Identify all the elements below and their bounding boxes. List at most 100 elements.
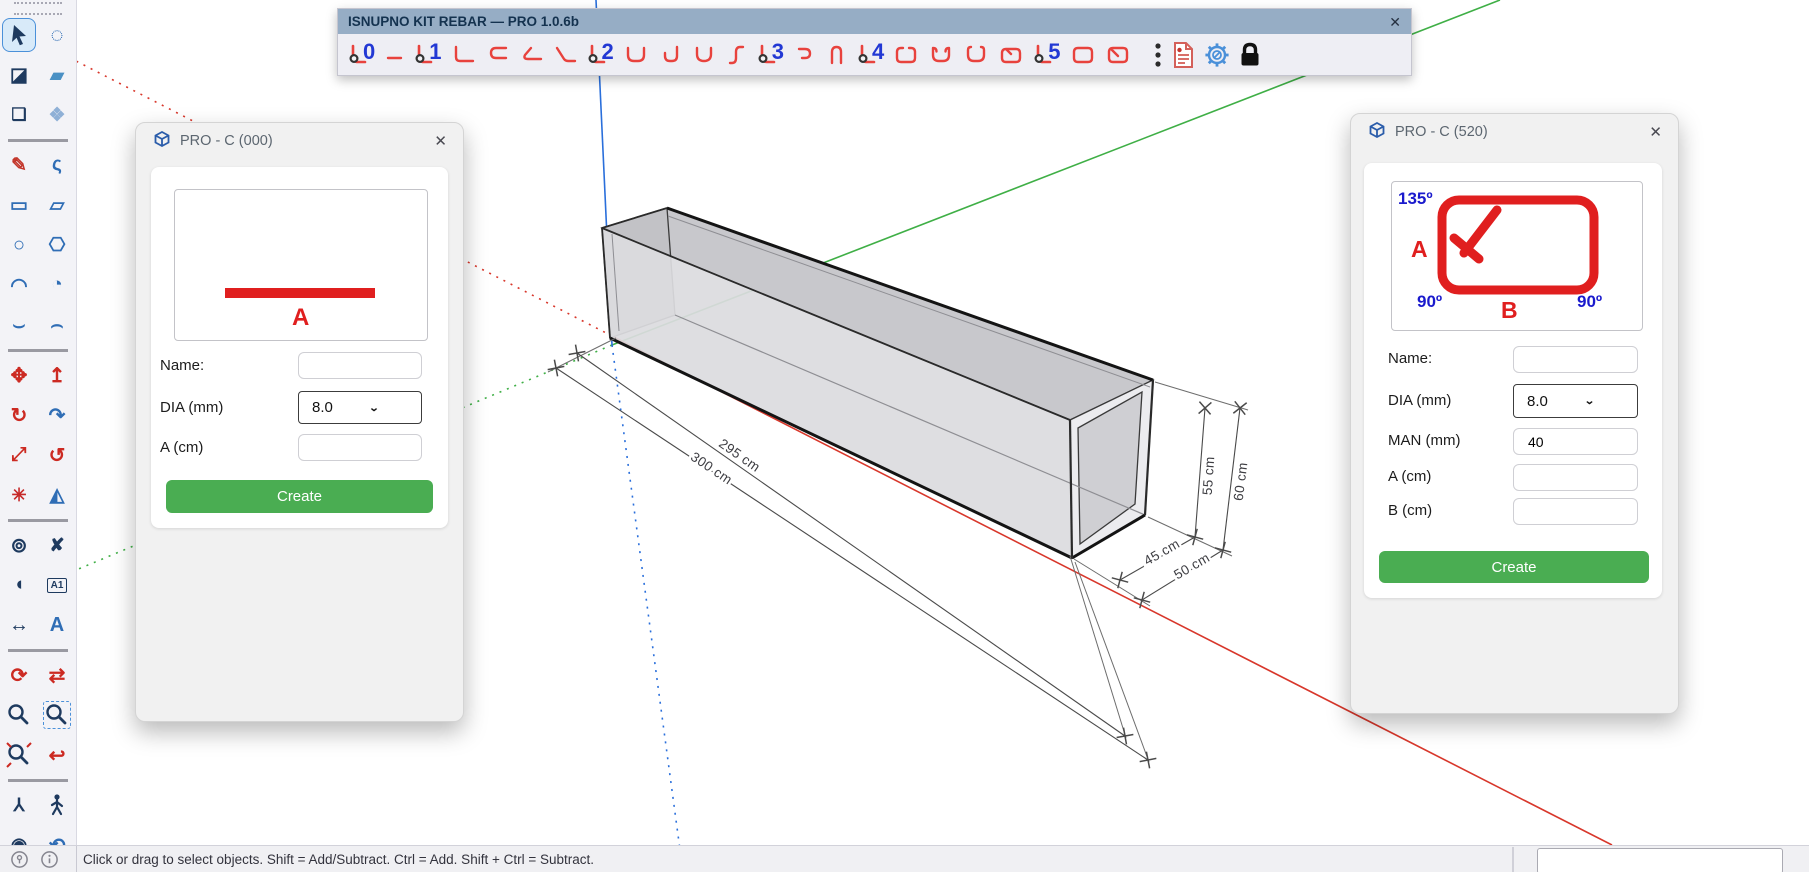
tool-lasso[interactable]: ◌	[38, 15, 76, 55]
tool-paint-bucket[interactable]: ◪	[0, 55, 38, 95]
tool-polygon[interactable]: ⎔	[38, 225, 76, 265]
rebar-group-2-button[interactable]: 2	[587, 42, 614, 68]
tool-tag[interactable]: ❖	[38, 95, 76, 135]
tool-zoom-window[interactable]	[38, 695, 76, 735]
rebar-toolbar-titlebar[interactable]: ISNUPNO KIT REBAR — PRO 1.0.6b ✕	[338, 9, 1411, 34]
tool-rectangle[interactable]: ▭	[0, 185, 38, 225]
tool-move[interactable]: ✥	[0, 355, 38, 395]
tool-circle[interactable]: ○	[0, 225, 38, 265]
rebar-shape-bar-straight-icon[interactable]	[384, 44, 405, 66]
tool-scale[interactable]: ⤢	[0, 435, 38, 475]
tool-zoom[interactable]	[0, 695, 38, 735]
palette-grip[interactable]	[14, 2, 62, 15]
rebar-shape-rect-closed-icon[interactable]	[1070, 44, 1096, 66]
a-label: A (cm)	[1388, 468, 1431, 485]
tool-axes[interactable]: ✳	[0, 475, 38, 515]
kebab-icon[interactable]	[1154, 42, 1162, 68]
preview-a-label: A	[1411, 236, 1428, 263]
tool-eraser[interactable]: ▰	[38, 55, 76, 95]
rebar-shape-u-square-icon[interactable]	[623, 44, 649, 66]
tool-orbit[interactable]: ⟳	[0, 655, 38, 695]
geolocation-icon[interactable]	[4, 850, 34, 869]
walk-icon	[41, 789, 73, 821]
gear-icon[interactable]	[1204, 42, 1230, 68]
rebar-shape-stirrup-hooked-icon[interactable]	[998, 44, 1024, 66]
dialog-520-titlebar[interactable]: PRO - C (520) ✕	[1351, 114, 1678, 150]
info-icon[interactable]	[34, 850, 64, 869]
tool-zoom-extents[interactable]	[0, 735, 38, 775]
status-divider	[76, 846, 77, 872]
rebar-shape-u-tips-up-icon[interactable]	[963, 44, 989, 66]
dia-select[interactable]: 8.0 ⌄	[1513, 384, 1638, 418]
tool-position-camera[interactable]: ⅄	[0, 785, 38, 825]
a-input[interactable]	[298, 434, 422, 461]
rebar-shape-rect-hook-icon[interactable]	[1105, 44, 1131, 66]
rebar-shape-bend-angle-icon[interactable]	[519, 44, 543, 66]
tool-rotate[interactable]: ↻	[0, 395, 38, 435]
rebar-group-4-button[interactable]: 4	[857, 42, 884, 68]
rebar-shape-u-tips-in-icon[interactable]	[928, 44, 954, 66]
tool-flip[interactable]: ◭	[38, 475, 76, 515]
dia-select[interactable]: 8.0 ⌄	[298, 391, 422, 424]
rebar-shape-u-hook-icon[interactable]	[658, 44, 682, 66]
tool-3d-text[interactable]: A	[38, 605, 76, 645]
tool-push-pull[interactable]: ↥	[38, 355, 76, 395]
tool-text[interactable]: A1	[38, 565, 76, 605]
tool-arc[interactable]: ⌢	[38, 305, 76, 345]
tool-arc-2pt[interactable]: ◠	[0, 265, 38, 305]
lasso-icon: ◌	[41, 19, 73, 51]
man-input[interactable]	[1513, 428, 1638, 455]
a-label: A (cm)	[160, 439, 203, 456]
b-input[interactable]	[1513, 498, 1638, 525]
rebar-shape-bend-l-icon[interactable]	[451, 44, 477, 66]
tool-dimension[interactable]: ↔	[0, 605, 38, 645]
tool-pan[interactable]: ⇄	[38, 655, 76, 695]
create-button[interactable]: Create	[1379, 551, 1649, 583]
create-button[interactable]: Create	[166, 480, 433, 513]
tool-arc-3pt[interactable]: ⌣	[0, 305, 38, 345]
arc-3pt-icon: ⌣	[3, 309, 35, 341]
rebar-group-5-button[interactable]: 5	[1033, 42, 1060, 68]
close-icon[interactable]: ✕	[1389, 15, 1401, 29]
rebar-shape-s-ogee-icon[interactable]	[724, 44, 748, 66]
tool-previous-view[interactable]: ↩	[38, 735, 76, 775]
rebar-shape-hairpin-icon[interactable]	[824, 44, 848, 66]
rebar-shape-hook-open-icon[interactable]	[793, 44, 815, 66]
rebar-shape-bend-c-icon[interactable]	[486, 44, 510, 66]
beam-box[interactable]	[602, 208, 1153, 558]
rebar-group-1-button[interactable]: 1	[414, 42, 441, 68]
tool-protractor[interactable]: ◖	[0, 565, 38, 605]
name-input[interactable]	[298, 352, 422, 379]
tool-freehand[interactable]: ς	[38, 145, 76, 185]
tool-protractor-3pt[interactable]: ✘	[38, 525, 76, 565]
rebar-shape-bend-check-icon[interactable]	[552, 44, 578, 66]
tool-select[interactable]	[0, 15, 38, 55]
tape-measure-icon: ⊚	[3, 529, 35, 561]
a-input[interactable]	[1513, 464, 1638, 491]
close-icon[interactable]: ✕	[1649, 123, 1662, 141]
rebar-group-3-button[interactable]: 3	[757, 42, 784, 68]
tool-pie[interactable]: ◔	[38, 265, 76, 305]
arc-2pt-icon: ◠	[3, 269, 35, 301]
circle-icon: ○	[3, 229, 35, 261]
dialog-000-titlebar[interactable]: PRO - C (000) ✕	[136, 123, 463, 159]
tool-line[interactable]: ✎	[0, 145, 38, 185]
name-input[interactable]	[1513, 346, 1638, 373]
measurements-input[interactable]	[1537, 848, 1783, 872]
tool-offset[interactable]: ↺	[38, 435, 76, 475]
name-label: Name:	[1388, 350, 1432, 367]
protractor-icon: ◖	[3, 569, 35, 601]
rebar-shape-u-round-icon[interactable]	[691, 44, 715, 66]
document-icon[interactable]	[1171, 41, 1195, 69]
tool-tape-measure[interactable]: ⊚	[0, 525, 38, 565]
tool-walk[interactable]	[38, 785, 76, 825]
lock-icon[interactable]	[1239, 42, 1261, 68]
tool-rotated-rectangle[interactable]: ▱	[38, 185, 76, 225]
rebar-group-0-button[interactable]: 0	[348, 42, 375, 68]
tool-follow-me[interactable]: ↷	[38, 395, 76, 435]
close-icon[interactable]: ✕	[434, 132, 447, 150]
tool-components[interactable]: ❑	[0, 95, 38, 135]
pan-icon: ⇄	[41, 659, 73, 691]
preview-a-label: A	[292, 304, 309, 332]
rebar-shape-stirrup-open-icon[interactable]	[893, 44, 919, 66]
